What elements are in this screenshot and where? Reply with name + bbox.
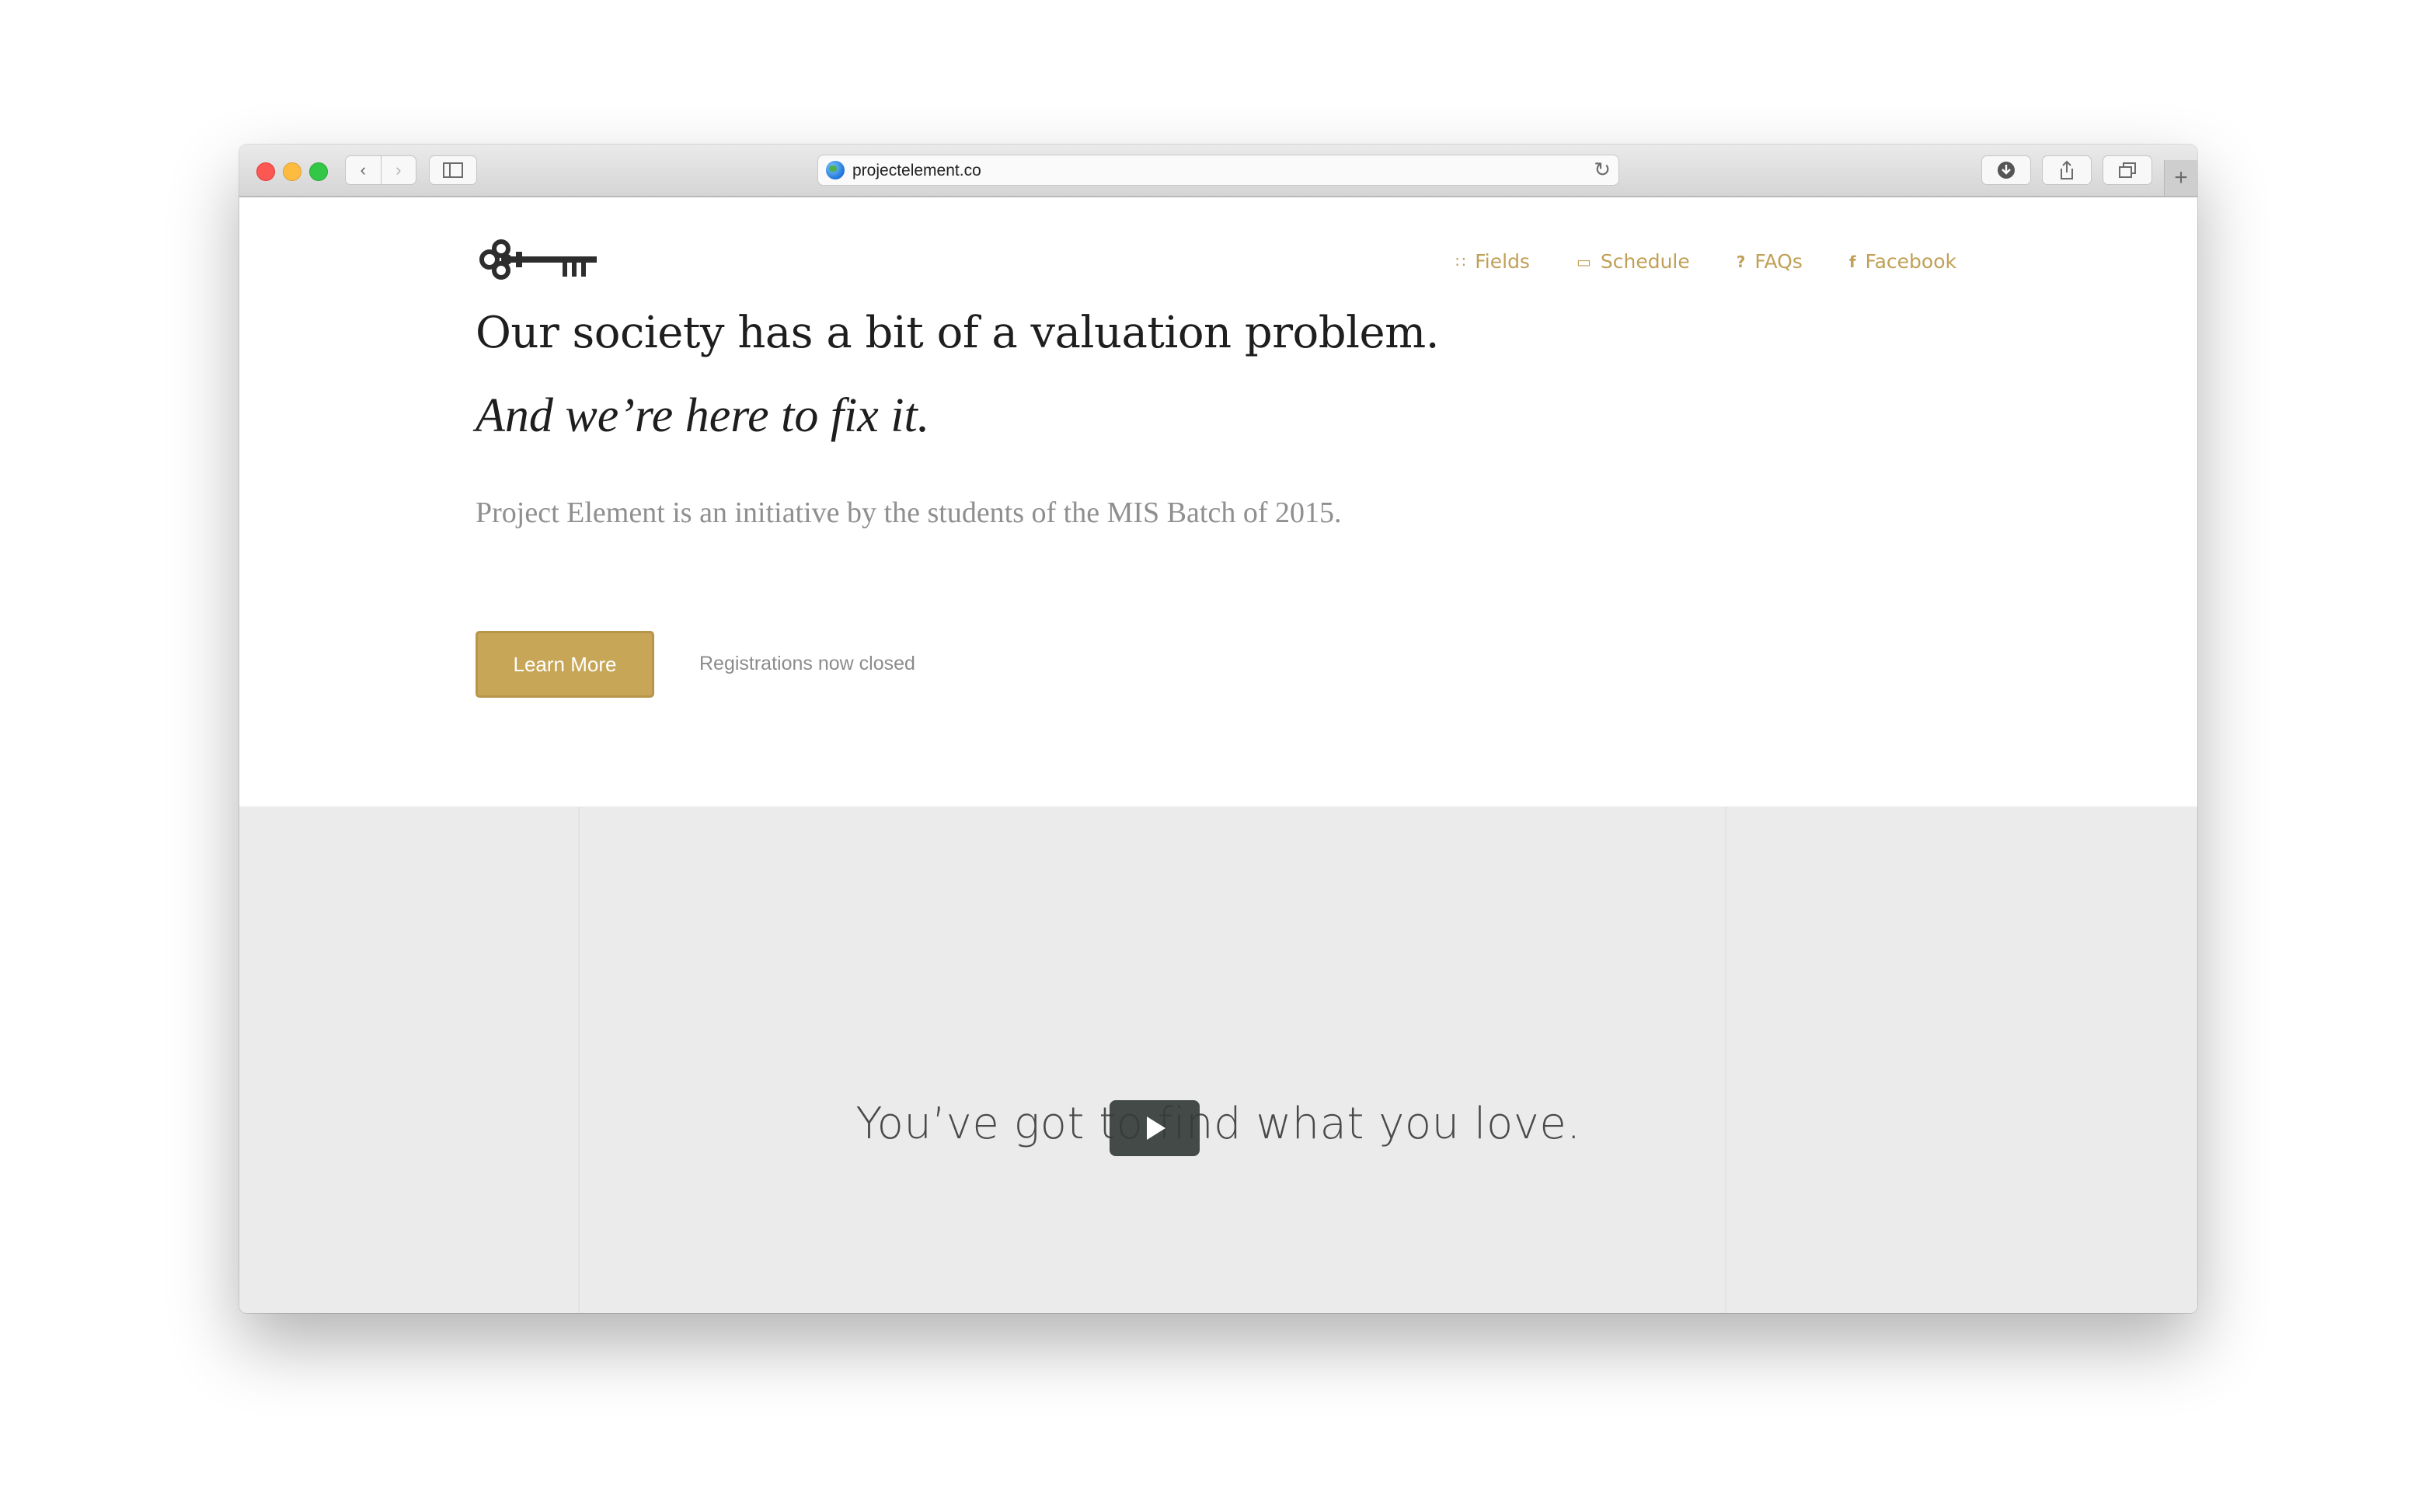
key-logo[interactable] xyxy=(476,233,598,286)
sidebar-icon[interactable] xyxy=(429,155,477,185)
registration-status: Registrations now closed xyxy=(699,653,915,674)
hero-intro: Project Element is an initiative by the … xyxy=(476,496,1342,529)
hero-subheadline: And we’re here to fix it. xyxy=(476,389,930,442)
question-icon: ? xyxy=(1736,252,1746,271)
globe-icon xyxy=(826,161,845,179)
nav-item-label: Fields xyxy=(1475,250,1530,273)
nav-item-schedule[interactable]: ▭ Schedule xyxy=(1577,250,1690,273)
video-caption: You’ve got to find what you love. xyxy=(855,1099,1581,1149)
nav-item-label: Schedule xyxy=(1600,250,1690,273)
video-frame-edge-left xyxy=(578,807,580,1313)
video-player[interactable]: You’ve got to find what you love. xyxy=(239,807,2197,1313)
url-text: projectelement.co xyxy=(852,162,981,179)
plus-icon[interactable]: + xyxy=(2164,160,2197,196)
calendar-icon: ▭ xyxy=(1576,252,1591,271)
facebook-icon: f xyxy=(1848,252,1856,271)
reload-icon[interactable]: ↻ xyxy=(1594,158,1611,182)
download-icon[interactable] xyxy=(1981,155,2031,185)
chevron-left-icon[interactable]: ‹ xyxy=(346,156,382,184)
browser-window: ‹ › projectelement.co ↻ + ∷ Fields ▭ Sch… xyxy=(239,145,2197,1313)
hero-headline: Our society has a bit of a valuation pro… xyxy=(476,308,1440,358)
play-button[interactable] xyxy=(1110,1100,1200,1156)
chevron-right-icon[interactable]: › xyxy=(382,156,416,184)
nav-item-facebook[interactable]: f Facebook xyxy=(1849,250,1956,273)
zoom-window-button[interactable] xyxy=(309,162,328,181)
nav-item-fields[interactable]: ∷ Fields xyxy=(1456,250,1530,273)
grid-icon: ∷ xyxy=(1455,252,1466,271)
nav-item-faqs[interactable]: ? FAQs xyxy=(1737,250,1803,273)
history-nav: ‹ › xyxy=(345,155,416,185)
browser-toolbar: ‹ › projectelement.co ↻ + xyxy=(239,145,2197,197)
top-navigation: ∷ Fields ▭ Schedule ? FAQs f Facebook xyxy=(1456,250,1957,273)
nav-item-label: FAQs xyxy=(1754,250,1803,273)
share-icon[interactable] xyxy=(2042,155,2092,185)
tabs-icon[interactable] xyxy=(2103,155,2152,185)
minimize-window-button[interactable] xyxy=(283,162,301,181)
video-frame-edge-right xyxy=(1725,807,1726,1313)
nav-item-label: Facebook xyxy=(1865,250,1956,273)
close-window-button[interactable] xyxy=(256,162,275,181)
address-bar[interactable]: projectelement.co ↻ xyxy=(817,155,1619,186)
play-icon xyxy=(1147,1117,1165,1140)
learn-more-button[interactable]: Learn More xyxy=(476,631,654,698)
web-page: ∷ Fields ▭ Schedule ? FAQs f Facebook Ou… xyxy=(239,197,2197,1313)
